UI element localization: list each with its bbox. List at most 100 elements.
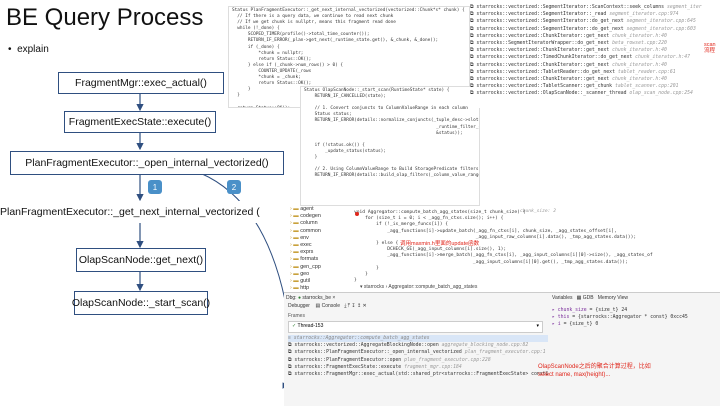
folder-icon: › ▬ [290, 227, 301, 234]
variables-tab[interactable]: Variables [552, 295, 572, 301]
variable-name: ▸ i [552, 322, 564, 327]
code-line: RETURN_IF_ERROR(details::normalize_conju… [314, 118, 480, 124]
variables-header: Variables ▦ GDB Memory View [552, 295, 718, 301]
variable-value: = {size_t} 0 [563, 322, 599, 327]
toolbar-icons[interactable]: ⤓ ⤒ ↧ ↥ ✕ [344, 303, 367, 309]
frame-row[interactable]: ⧉ starrocks::PlanFragmentExecutor::_open… [288, 349, 548, 356]
stack-frame[interactable]: ⧉ starrocks::vectorized::ChunkIterator::… [470, 47, 710, 54]
frame-loc: segment_iterator.cpp:645 [626, 19, 696, 25]
sidebar-item[interactable]: › ▬ column [290, 220, 342, 227]
frame-loc: segment_iterator.cpp:974 [609, 12, 679, 18]
frame-row[interactable]: ⧉ starrocks::FragmentExecState::execute … [288, 364, 548, 371]
frame-loc: segment_iterator.cpp:603 [626, 26, 696, 32]
stack-frame[interactable]: ⧉ starrocks::vectorized::SegmentIterator… [470, 11, 710, 18]
variable-name: ▸ chunk_size [552, 308, 590, 313]
frame-loc: tablet_reader.cpp:61 [617, 69, 676, 75]
sidebar-item[interactable]: › ▬ gen_cpp [290, 264, 342, 271]
variable-row[interactable]: ▸ chunk_size = {size_t} 24 [552, 307, 718, 314]
frame-loc: beta_rowset.cpp:220 [612, 41, 667, 47]
frame-row[interactable]: ⧉ starrocks::FragmentMgr::exec_actual(st… [288, 371, 548, 378]
debug-tab-bar: Dbg: ● starrocks_be × [286, 295, 335, 301]
frame-row[interactable]: ⧉ starrocks::vectorized::AggregateBlocki… [288, 342, 548, 349]
flow-box-start-scan: OlapScanNode::_start_scan() [72, 291, 210, 315]
code-panel-bottom: void Aggregator::compute_batch_agg_state… [340, 208, 720, 282]
stack-frame[interactable]: ⧉ starrocks::vectorized::SegmentIterator… [470, 4, 710, 11]
stack-frame[interactable]: ⧉ starrocks::vectorized::SegmentIterator… [470, 18, 710, 25]
frame-loc: chunk_iterator.h:40 [612, 33, 667, 39]
sidebar-item[interactable]: › ▬ env [290, 235, 342, 242]
variable-row[interactable]: ▸ i = {size_t} 0 [552, 321, 718, 328]
code-overlay-lines: Status OlapScanNode::_start_scan(Runtime… [301, 87, 479, 180]
frame-loc: chunk_iterator.h:47 [635, 55, 691, 61]
stack-frame[interactable]: ⧉ starrocks::vectorized::SegmentIterator… [470, 26, 710, 33]
stack-top-frames: ⧉ starrocks::vectorized::SegmentIterator… [470, 4, 710, 98]
frame-fn: ⧉ starrocks::vectorized::AggregateBlocki… [288, 343, 442, 349]
sidebar-item-label: geo [300, 270, 310, 277]
check-icon: ✓ [292, 323, 297, 329]
debugger-panel: Dbg: ● starrocks_be × Debugger ▤ Console… [284, 292, 720, 406]
frame-fn: starrocks::vectorized::OlapScanNode::_sc… [476, 91, 630, 97]
frame-fn: ⧉ starrocks::PlanFragmentExecutor::open [288, 357, 405, 363]
sidebar-item[interactable]: › ▬ codegen [290, 213, 342, 220]
flow-box-open-internal: PlanFragmentExecutor::_open_internal_vec… [10, 151, 284, 175]
frame-fn: starrocks::vectorized::TimedChunkIterato… [476, 55, 636, 61]
flow-box-get-next-internal: PlanFragmentExecutor::_get_next_internal… [0, 201, 282, 223]
sidebar-item-label: common [300, 227, 321, 234]
variables-panel: Variables ▦ GDB Memory View ▸ chunk_size… [552, 295, 718, 403]
stack-frame[interactable]: ⧉ starrocks::vectorized::TimedChunkItera… [470, 54, 710, 61]
variables-list: ▸ chunk_size = {size_t} 24 ▸ this = {star… [552, 307, 718, 328]
code-line: _runtime_filter_collector, _is_null_vect… [436, 124, 479, 130]
frame-fn: starrocks::vectorized::SegmentIterator::… [476, 5, 667, 10]
variable-row[interactable]: ▸ this = {starrocks::Aggregator * const}… [552, 314, 718, 321]
stack-frame[interactable]: ⧉ starrocks::vectorized::ChunkIterator::… [470, 62, 710, 69]
thread-select[interactable]: ✓ Thread-153 ▾ [288, 321, 543, 333]
breadcrumb-chevron-icon: ▾ [360, 284, 363, 290]
sidebar-item-label: column [300, 220, 318, 227]
frame-fn: starrocks::vectorized::TabletReader::do_… [476, 69, 618, 75]
olap-note-line1: OlapScanNode之后的聚合计算过程，比如 [538, 364, 651, 370]
stack-frame[interactable]: ⧉ starrocks::vectorized::OlapScanNode::_… [470, 90, 710, 97]
frame-loc: tablet_scanner.cpp:201 [614, 84, 679, 90]
sidebar-item[interactable]: › ▬ gutil [290, 278, 342, 285]
sidebar-item[interactable]: › ▬ common [290, 228, 342, 235]
sidebar-item-label: agent [300, 206, 314, 212]
frames-list: ≡ starrocks::Aggregator::compute_batch_a… [288, 335, 548, 405]
frame-fn: ⧉ starrocks::FragmentMgr::exec_actual(st… [288, 372, 548, 378]
folder-icon: › ▬ [290, 249, 301, 256]
folder-icon: › ▬ [290, 234, 301, 241]
stack-frame[interactable]: ⧉ starrocks::vectorized::TabletScanner::… [470, 83, 710, 90]
bug-icon: ● [297, 295, 301, 301]
code-panel-overlay: Status OlapScanNode::_start_scan(Runtime… [300, 86, 480, 206]
tab-debugger[interactable]: Debugger [288, 303, 310, 309]
stack-frame[interactable]: ⧉ starrocks::vectorized::TabletReader::d… [470, 69, 710, 76]
sidebar-item[interactable]: › ▬ formats [290, 256, 342, 263]
breadcrumb-fn[interactable]: Aggregator::compute_batch_agg_states [388, 284, 477, 290]
memory-tab[interactable]: Memory View [598, 295, 628, 301]
olap-note-line2: select name, max(height)... [538, 372, 611, 378]
gdb-tab[interactable]: GDB [583, 295, 594, 301]
stack-frame[interactable]: ⧉ starrocks::vectorized::ChunkIterator::… [470, 33, 710, 40]
frame-fn: starrocks::vectorized::SegmentIterator::… [476, 12, 610, 18]
sidebar-item[interactable]: › ▬ exprs [290, 249, 342, 256]
breadcrumb-ns[interactable]: starrocks [364, 284, 384, 290]
badge-1: 1 [148, 180, 162, 194]
tab-console[interactable]: Console [322, 303, 340, 309]
frame-selected[interactable]: ≡ starrocks::Aggregator::compute_batch_a… [288, 335, 548, 343]
folder-icon: › ▬ [290, 278, 301, 285]
breakpoint-icon[interactable] [355, 212, 359, 216]
sidebar-item[interactable]: › ▬ exec [290, 242, 342, 249]
debug-run-tab[interactable]: starrocks_be [302, 295, 331, 301]
variable-value: = {size_t} 24 [589, 308, 628, 313]
frame-row[interactable]: ⧉ starrocks::PlanFragmentExecutor::open … [288, 357, 548, 364]
flow-box-execute: FragmentExecState::execute() [64, 111, 216, 133]
console-icon: ▤ [315, 303, 321, 309]
code-line: RETURN_IF_ERROR(details::build_olap_filt… [314, 173, 480, 179]
frame-loc: chunk_iterator.h:40 [612, 62, 667, 68]
stack-frame[interactable]: ⧉ starrocks::vectorized::ChunkIterator::… [470, 76, 710, 83]
variable-name: ▸ this [552, 315, 573, 320]
frame-fn: starrocks::vectorized::ChunkIterator::ge… [476, 77, 613, 83]
sidebar-item[interactable]: › ▬ geo [290, 271, 342, 278]
sidebar-item[interactable]: › ▬ agent [290, 206, 342, 213]
stack-frame[interactable]: ⧉ starrocks::SegmentIteratorWrapper::do_… [470, 40, 710, 47]
close-icon[interactable]: × [332, 295, 335, 301]
